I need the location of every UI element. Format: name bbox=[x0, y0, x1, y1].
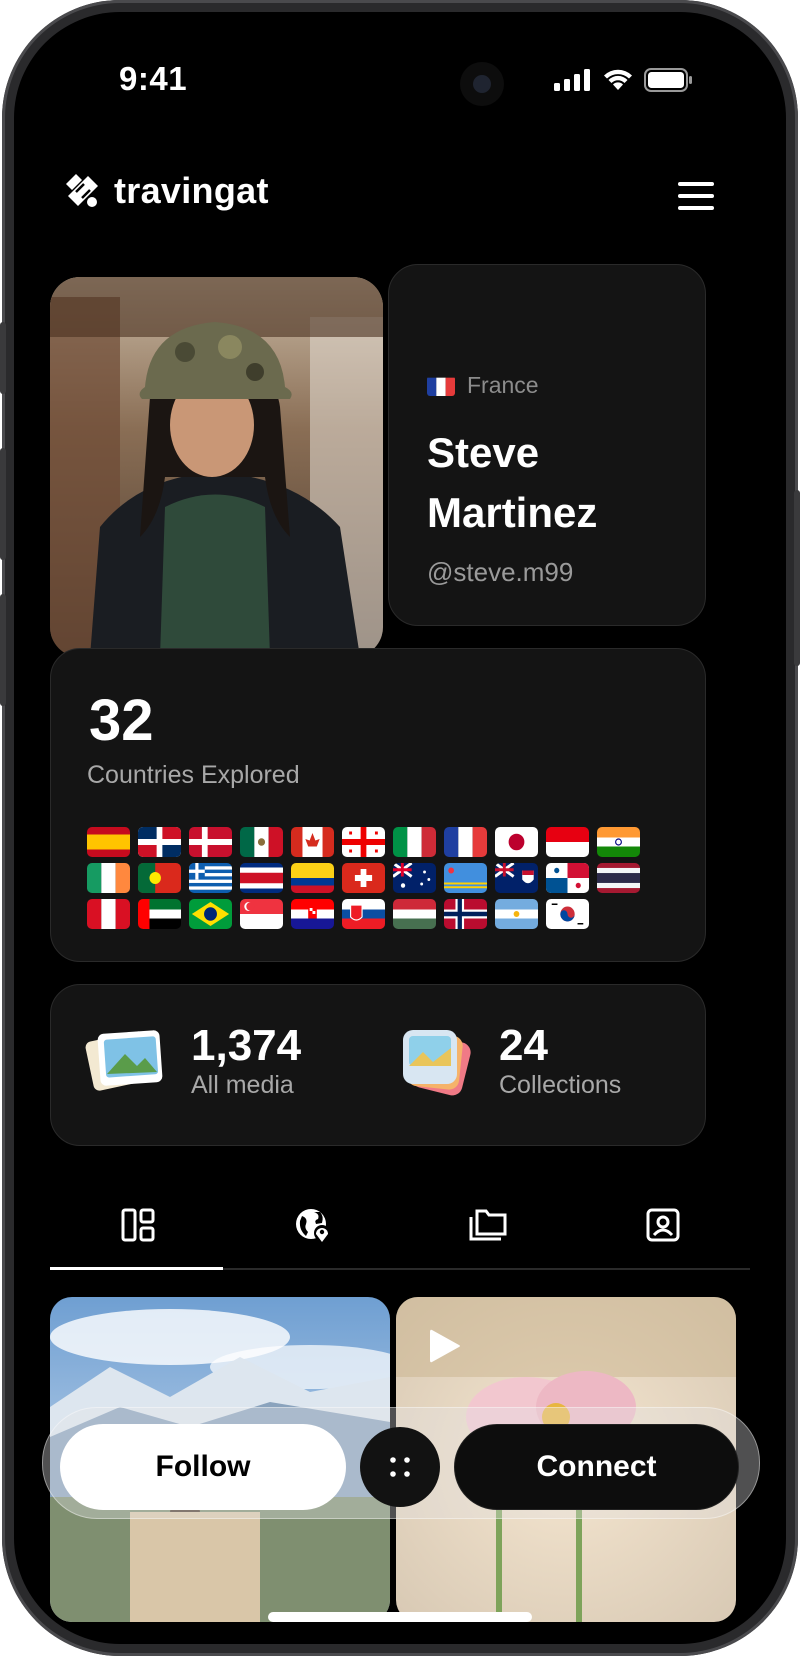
flag-thailand-icon[interactable] bbox=[597, 863, 640, 893]
countries-label: Countries Explored bbox=[87, 761, 300, 789]
battery-icon bbox=[644, 68, 692, 92]
tab-dashboard[interactable] bbox=[50, 1190, 225, 1260]
flag-canada-icon[interactable] bbox=[291, 827, 334, 857]
dots-grid-icon bbox=[390, 1457, 410, 1477]
flag-portugal-icon[interactable] bbox=[138, 863, 181, 893]
profile-name: Steve Martinez bbox=[427, 429, 598, 536]
logo-text: travingat bbox=[114, 170, 269, 211]
menu-icon-line bbox=[678, 194, 714, 198]
media-count: 1,374 bbox=[191, 1021, 302, 1070]
play-icon bbox=[430, 1329, 460, 1363]
collections-label: Collections bbox=[499, 1071, 622, 1099]
countries-card: 32 Countries Explored bbox=[50, 648, 706, 962]
dynamic-island bbox=[460, 62, 504, 106]
status-icons bbox=[554, 68, 694, 92]
more-options-button[interactable] bbox=[360, 1427, 440, 1507]
flag-south-korea-icon[interactable] bbox=[546, 899, 589, 929]
flag-dominican-republic-icon[interactable] bbox=[138, 827, 181, 857]
flag-australia-icon[interactable] bbox=[393, 863, 436, 893]
flag-indonesia-icon[interactable] bbox=[546, 827, 589, 857]
flag-colombia-icon[interactable] bbox=[291, 863, 334, 893]
volume-down-button bbox=[0, 594, 6, 706]
flag-argentina-icon[interactable] bbox=[495, 899, 538, 929]
flag-france-icon[interactable] bbox=[444, 827, 487, 857]
flag-spain-icon[interactable] bbox=[87, 827, 130, 857]
action-button bbox=[0, 322, 6, 394]
flag-ireland-icon[interactable] bbox=[87, 863, 130, 893]
collections-count: 24 bbox=[499, 1021, 548, 1070]
country-row: France bbox=[427, 372, 539, 399]
flag-brazil-icon[interactable] bbox=[189, 899, 232, 929]
stats-card: 1,374 All media 24 Collections bbox=[50, 984, 706, 1146]
status-time: 9:41 bbox=[119, 60, 188, 97]
wifi-icon bbox=[604, 69, 632, 90]
flag-italy-icon[interactable] bbox=[393, 827, 436, 857]
active-tab-indicator bbox=[50, 1267, 223, 1270]
collections-stat[interactable]: 24 Collections bbox=[395, 1021, 621, 1100]
tab-about[interactable] bbox=[575, 1190, 750, 1260]
connect-button[interactable]: Connect bbox=[454, 1424, 739, 1510]
flag-india-icon[interactable] bbox=[597, 827, 640, 857]
screen: 9:41 travingat France Steve Martinez @st… bbox=[14, 12, 786, 1644]
flag-mexico-icon[interactable] bbox=[240, 827, 283, 857]
france-flag-icon bbox=[427, 376, 455, 396]
flags-grid bbox=[87, 827, 687, 929]
logo-icon bbox=[66, 174, 98, 207]
media-stack-icon bbox=[85, 1029, 163, 1091]
country-name: France bbox=[467, 372, 539, 398]
flag-switzerland-icon[interactable] bbox=[342, 863, 385, 893]
flag-costa-rica-icon[interactable] bbox=[240, 863, 283, 893]
tab-map[interactable] bbox=[225, 1190, 400, 1260]
signal-icon bbox=[554, 69, 590, 91]
flag-aruba-icon[interactable] bbox=[444, 863, 487, 893]
logo[interactable]: travingat bbox=[62, 170, 269, 212]
follow-button[interactable]: Follow bbox=[60, 1424, 346, 1510]
flag-uae-icon[interactable] bbox=[138, 899, 181, 929]
collections-stack-icon bbox=[403, 1029, 471, 1095]
profile-tabs bbox=[50, 1190, 750, 1270]
flag-japan-icon[interactable] bbox=[495, 827, 538, 857]
flag-georgia-icon[interactable] bbox=[342, 827, 385, 857]
flag-slovakia-icon[interactable] bbox=[342, 899, 385, 929]
flag-singapore-icon[interactable] bbox=[240, 899, 283, 929]
flag-hungary-icon[interactable] bbox=[393, 899, 436, 929]
dashboard-icon bbox=[121, 1208, 154, 1242]
profile-photo[interactable] bbox=[50, 277, 383, 657]
flag-cayman-islands-icon[interactable] bbox=[495, 863, 538, 893]
power-button bbox=[794, 490, 800, 666]
flag-peru-icon[interactable] bbox=[87, 899, 130, 929]
globe-pin-icon bbox=[295, 1209, 330, 1242]
menu-icon-line bbox=[678, 182, 714, 186]
flag-croatia-icon[interactable] bbox=[291, 899, 334, 929]
all-media-stat[interactable]: 1,374 All media bbox=[85, 1021, 301, 1100]
flag-norway-icon[interactable] bbox=[444, 899, 487, 929]
media-label: All media bbox=[191, 1071, 294, 1099]
profile-handle: @steve.m99 bbox=[427, 557, 574, 587]
folder-icon bbox=[469, 1209, 506, 1241]
menu-icon-line bbox=[678, 206, 714, 210]
profile-photo-image bbox=[50, 277, 383, 657]
volume-up-button bbox=[0, 448, 6, 560]
countries-count: 32 bbox=[89, 688, 154, 753]
flag-panama-icon[interactable] bbox=[546, 863, 589, 893]
flag-denmark-icon[interactable] bbox=[189, 827, 232, 857]
tab-collections[interactable] bbox=[400, 1190, 575, 1260]
menu-button[interactable] bbox=[678, 182, 714, 210]
profile-card-icon bbox=[646, 1208, 679, 1242]
flag-greece-icon[interactable] bbox=[189, 863, 232, 893]
profile-info-card: France Steve Martinez @steve.m99 bbox=[388, 264, 706, 626]
home-indicator[interactable] bbox=[268, 1612, 532, 1622]
